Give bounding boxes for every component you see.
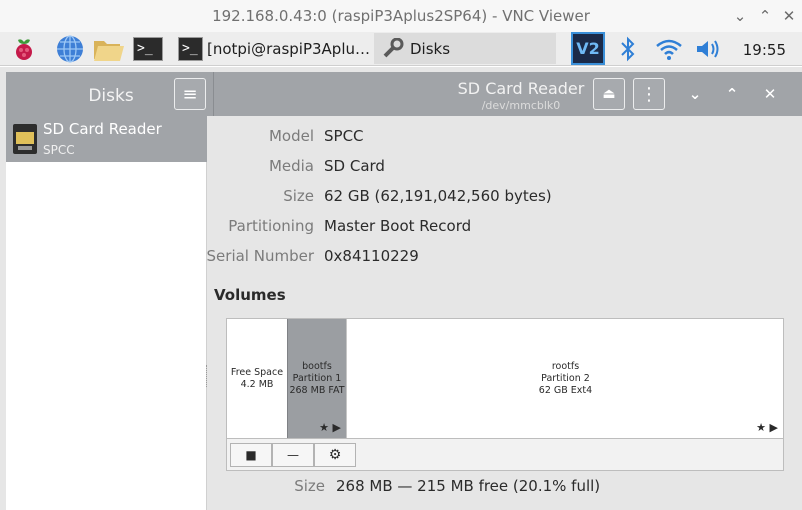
sd-card-icon (13, 124, 37, 154)
terminal-icon: >_ (133, 36, 163, 61)
chevron-down-icon: ⌄ (688, 85, 702, 103)
eject-icon: ⏏ (602, 86, 616, 102)
vnc-window-title: 192.168.0.43:0 (raspiP3Aplus2SP64) - VNC… (212, 7, 590, 25)
volume-line: rootfs (551, 360, 580, 372)
bluetooth-icon (621, 36, 635, 61)
app-menu-button[interactable]: ≡ (174, 78, 206, 110)
property-media: Media SD Card (208, 157, 802, 179)
volume-tray-button[interactable] (694, 33, 724, 64)
volumes-graph: Free Space 4.2 MB bootfs Partition 1 268… (226, 318, 784, 439)
property-label: Model (268, 127, 314, 145)
window-close-button[interactable]: ✕ (754, 78, 786, 110)
raspberry-icon (16, 38, 32, 60)
device-sidebar: SD Card Reader SPCC (6, 116, 207, 510)
task-terminal-label: [notpi@raspiP3Aplu… (206, 39, 370, 58)
property-label: Size (283, 187, 314, 205)
hamburger-icon: ≡ (182, 83, 198, 105)
property-label: Serial Number (206, 247, 314, 265)
volume-partition-2[interactable]: rootfs Partition 2 62 GB Ext4 ★ ▶ (348, 319, 783, 438)
vnc-maximize-button[interactable]: ⌃ (755, 6, 775, 26)
vnc-minimize-button[interactable]: ⌄ (730, 6, 750, 26)
disks-icon (383, 37, 404, 57)
partition-options-button[interactable]: ⚙ (314, 443, 356, 467)
property-partitioning: Partitioning Master Boot Record (208, 217, 802, 239)
unmount-button[interactable]: ■ (230, 443, 272, 467)
drive-details: Model SPCC Media SD Card Size 62 GB (62,… (206, 116, 802, 510)
volume-line: 268 MB FAT (289, 384, 345, 396)
more-vertical-icon: ⋮ (640, 83, 658, 105)
property-label: Media (268, 157, 314, 175)
delete-partition-button[interactable]: — (272, 443, 314, 467)
speaker-icon (697, 39, 719, 58)
device-path: /dev/mmcblk0 (481, 99, 561, 112)
vnc-icon: V2 (571, 32, 605, 65)
volumes-heading: Volumes (214, 286, 286, 304)
volume-line: bootfs (302, 360, 332, 372)
vnc-title-bar: 192.168.0.43:0 (raspiP3Aplus2SP64) - VNC… (0, 0, 802, 32)
property-value: 0x84110229 (324, 247, 419, 265)
window-maximize-button[interactable]: ⌃ (716, 78, 748, 110)
property-label: Partitioning (228, 217, 314, 235)
raspberry-menu-button[interactable] (10, 33, 38, 64)
volume-line: Partition 2 (541, 372, 590, 384)
sidebar-item-sd-card-reader[interactable]: SD Card Reader SPCC (6, 116, 207, 162)
folder-icon (94, 40, 124, 61)
property-label: Size (294, 477, 325, 495)
minus-icon: — (287, 448, 299, 462)
property-value: SPCC (324, 127, 364, 145)
property-serial-number: Serial Number 0x84110229 (206, 247, 802, 269)
stop-icon: ■ (245, 448, 257, 462)
terminal-icon: >_ (178, 36, 203, 61)
device-title: SD Card Reader (457, 79, 585, 98)
mounted-star-icon: ★ ▶ (319, 421, 341, 434)
gears-icon: ⚙ (328, 447, 342, 463)
wifi-tray-button[interactable] (654, 33, 684, 64)
window-minimize-button[interactable]: ⌄ (679, 78, 711, 110)
file-manager-button[interactable] (92, 33, 126, 64)
property-model: Model SPCC (208, 127, 802, 149)
disks-window: Disks ≡ SD Card Reader /dev/mmcblk0 ⏏ ⋮ … (0, 67, 802, 510)
task-disks-label: Disks (410, 39, 451, 58)
clock[interactable]: 19:55 (743, 41, 786, 59)
task-terminal[interactable]: >_ [notpi@raspiP3Aplu… (178, 33, 370, 64)
taskbar: >_ >_ [notpi@raspiP3Aplu… Disks V2 19:55 (0, 32, 802, 66)
close-icon: ✕ (763, 85, 777, 103)
property-value: 62 GB (62,191,042,560 bytes) (324, 187, 552, 205)
property-value: Master Boot Record (324, 217, 472, 235)
property-value: 268 MB — 215 MB free (20.1% full) (336, 477, 601, 495)
volume-line: 62 GB Ext4 (538, 384, 593, 396)
sidebar-item-sublabel: SPCC (43, 143, 75, 157)
volume-free-space[interactable]: Free Space 4.2 MB (227, 319, 287, 438)
vnc-server-tray-button[interactable]: V2 (571, 32, 605, 65)
volume-line: 4.2 MB (240, 378, 274, 390)
header-separator (213, 72, 214, 116)
wifi-icon (656, 39, 682, 60)
eject-button[interactable]: ⏏ (593, 78, 625, 110)
mounted-star-icon: ★ ▶ (756, 421, 778, 434)
globe-icon (57, 34, 83, 63)
header-bar: Disks ≡ SD Card Reader /dev/mmcblk0 ⏏ ⋮ … (6, 72, 802, 116)
bluetooth-tray-button[interactable] (618, 33, 638, 64)
volume-toolbar: ■ — ⚙ (226, 439, 784, 471)
volume-line: Partition 1 (292, 372, 342, 384)
drive-menu-button[interactable]: ⋮ (633, 78, 665, 110)
property-value: SD Card (324, 157, 385, 175)
volume-line: Free Space (230, 366, 284, 378)
property-size: Size 62 GB (62,191,042,560 bytes) (208, 187, 802, 209)
web-browser-button[interactable] (55, 33, 85, 64)
vnc-close-button[interactable]: ✕ (779, 6, 799, 26)
terminal-launcher-button[interactable]: >_ (133, 33, 163, 64)
sidebar-item-label: SD Card Reader (43, 120, 162, 138)
volume-partition-1[interactable]: bootfs Partition 1 268 MB FAT ★ ▶ (287, 319, 347, 438)
chevron-up-icon: ⌃ (725, 85, 739, 103)
task-disks[interactable]: Disks (374, 33, 556, 64)
